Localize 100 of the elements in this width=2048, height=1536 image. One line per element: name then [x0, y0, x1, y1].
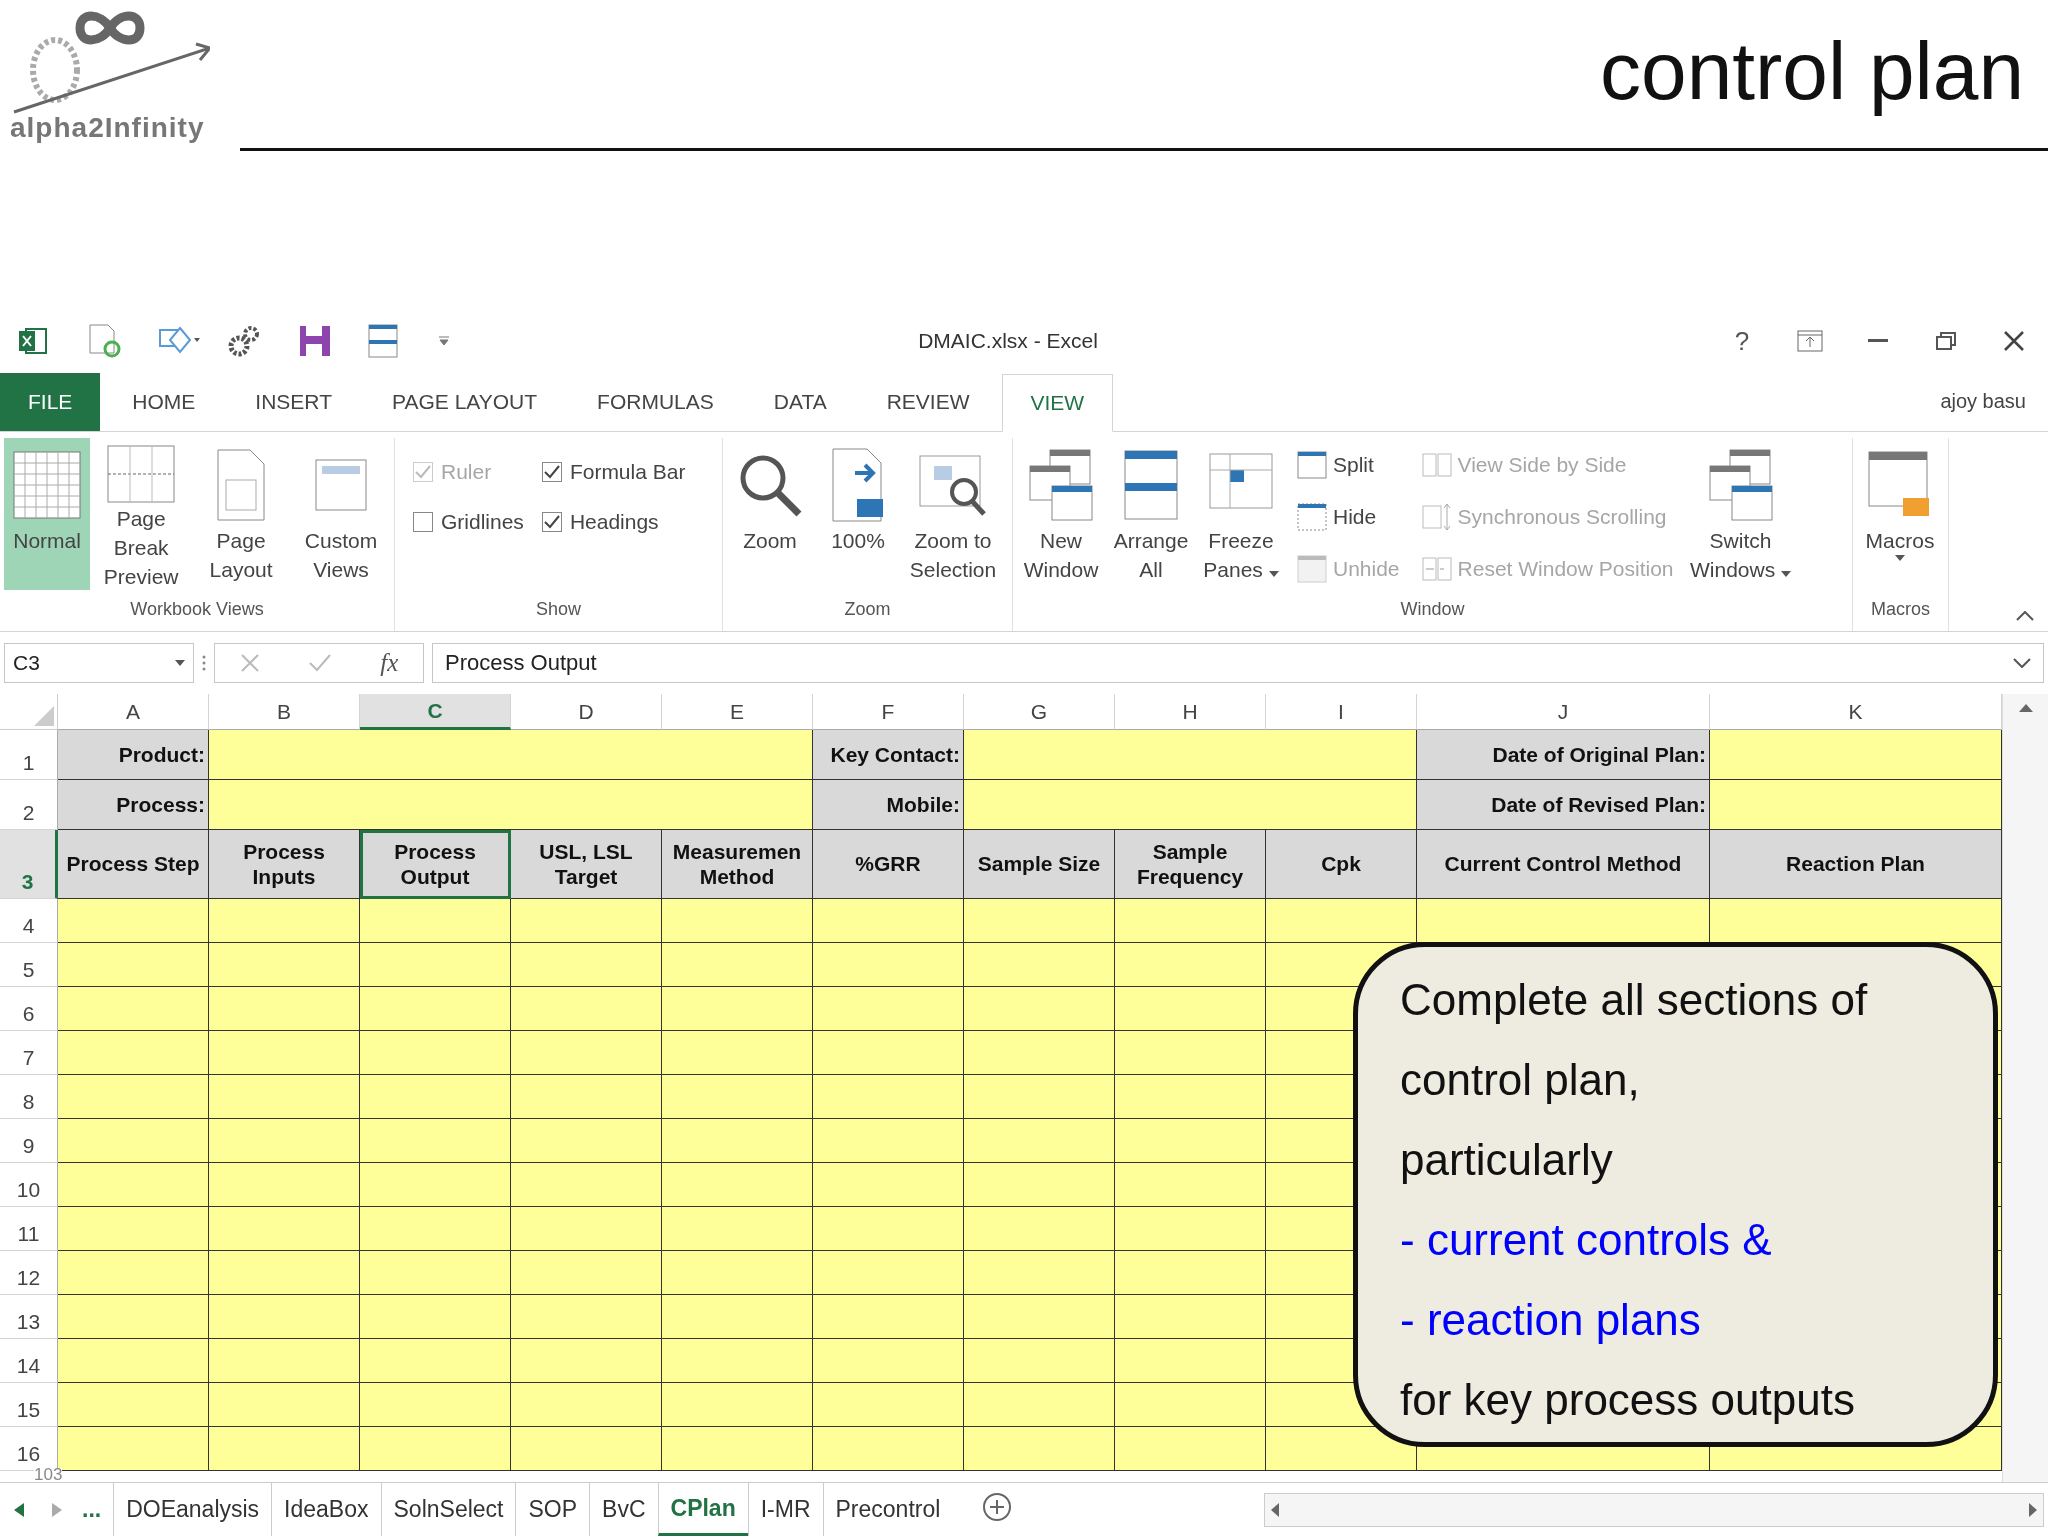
- table-cell: Process Output: [360, 830, 511, 899]
- table-cell: Sample Size: [964, 830, 1115, 899]
- row-header[interactable]: 14: [0, 1339, 58, 1383]
- scroll-up-icon[interactable]: [2018, 704, 2033, 712]
- checkbox[interactable]: Headings: [541, 510, 686, 534]
- ribbon-display-icon[interactable]: [1797, 330, 1823, 352]
- windows-icon: [1028, 448, 1094, 522]
- column-header[interactable]: D: [511, 694, 662, 730]
- zoom-selection-icon: [918, 452, 988, 518]
- group-label: Zoom: [844, 599, 891, 621]
- collapse-icon[interactable]: [2016, 611, 2034, 621]
- row-header[interactable]: 7: [0, 1031, 58, 1075]
- column-header[interactable]: E: [662, 694, 813, 730]
- row-header[interactable]: 12: [0, 1251, 58, 1295]
- formula-field[interactable]: Process Output: [432, 643, 2044, 683]
- insert-function-button[interactable]: fx: [380, 649, 399, 677]
- refresh-document-icon: [88, 323, 122, 359]
- table-cell: Process Step: [58, 830, 209, 899]
- row-header[interactable]: 2: [0, 780, 58, 830]
- reset-window-icon: [1421, 557, 1452, 581]
- column-header[interactable]: F: [813, 694, 964, 730]
- macros-button[interactable]: Macros: [1857, 438, 1943, 590]
- ribbon-tab[interactable]: VIEW: [1001, 374, 1114, 432]
- ribbon-tab[interactable]: FILE: [0, 373, 101, 431]
- window-button[interactable]: New Window: [1017, 438, 1105, 590]
- column-header[interactable]: J: [1417, 694, 1710, 730]
- checkbox[interactable]: Formula Bar: [541, 460, 686, 484]
- view-button[interactable]: Custom Views: [292, 438, 390, 590]
- more-icon: [202, 655, 206, 671]
- add-sheet-icon[interactable]: [982, 1491, 1013, 1522]
- row-header[interactable]: 15: [0, 1383, 58, 1427]
- sync-scroll-icon: [1421, 502, 1452, 532]
- table-cell: Key Contact:: [813, 730, 964, 780]
- scroll-right-icon[interactable]: [2029, 1502, 2037, 1517]
- more-sheets-button[interactable]: ...: [82, 1496, 102, 1523]
- help-button[interactable]: ?: [1708, 324, 1776, 358]
- page-icon: [216, 448, 267, 522]
- caret-icon: [1895, 555, 1905, 561]
- caret-icon: [1781, 571, 1791, 577]
- close-icon[interactable]: [2004, 331, 2024, 351]
- table-cell: Current Control Method: [1417, 830, 1710, 899]
- row-header[interactable]: 6: [0, 987, 58, 1031]
- row-header[interactable]: 4: [0, 899, 58, 943]
- window-title: DMAIC.xlsx - Excel: [917, 329, 1099, 353]
- row-header[interactable]: 1: [0, 730, 58, 780]
- table-cell: Process Inputs: [209, 830, 360, 899]
- table-cell: Date of Original Plan:: [1417, 730, 1710, 780]
- minimize-icon[interactable]: [1868, 339, 1888, 343]
- group-label: Show: [536, 599, 581, 621]
- table-cell: Date of Revised Plan:: [1417, 780, 1710, 830]
- window-button[interactable]: Freeze Panes: [1197, 438, 1285, 590]
- group-label: Macros: [1871, 599, 1930, 621]
- zoom-button[interactable]: 100%: [815, 438, 901, 590]
- table-cell: %GRR: [813, 830, 964, 899]
- column-header[interactable]: K: [1710, 694, 2002, 730]
- table-cell: Sample Frequency: [1115, 830, 1266, 899]
- column-header[interactable]: B: [209, 694, 360, 730]
- view-button[interactable]: Normal: [4, 438, 91, 590]
- column-header[interactable]: A: [58, 694, 209, 730]
- view-button[interactable]: Page Break Preview: [92, 438, 191, 590]
- column-header[interactable]: I: [1266, 694, 1417, 730]
- stacked-windows-icon: [1123, 449, 1179, 521]
- row-header[interactable]: 11: [0, 1207, 58, 1251]
- group-label: Window: [1400, 599, 1465, 621]
- scroll-left-icon[interactable]: [1271, 1502, 1279, 1517]
- window-button[interactable]: Arrange All: [1107, 438, 1195, 590]
- caret-icon: [175, 660, 185, 666]
- row-header[interactable]: 5: [0, 943, 58, 987]
- switch-windows-button[interactable]: Switch Windows: [1685, 438, 1796, 590]
- table-cell: Mobile:: [813, 780, 964, 830]
- check-icon: [543, 465, 560, 479]
- window-option-button[interactable]: Hide: [1297, 498, 1400, 536]
- column-header[interactable]: C: [360, 694, 511, 730]
- column-header[interactable]: G: [964, 694, 1115, 730]
- zoom-button[interactable]: Zoom: [727, 438, 813, 590]
- table-cell: Cpk: [1266, 830, 1417, 899]
- table-cell: Reaction Plan: [1710, 830, 2002, 899]
- check-icon: [415, 465, 431, 479]
- zoom-button[interactable]: Zoom to Selection: [903, 438, 1003, 590]
- window-option-button[interactable]: Split: [1297, 446, 1400, 484]
- table-cell: Measuremen Method: [662, 830, 813, 899]
- row-header[interactable]: 3: [0, 830, 58, 899]
- row-header[interactable]: 10: [0, 1163, 58, 1207]
- row-header[interactable]: 13: [0, 1295, 58, 1339]
- row-header[interactable]: 8: [0, 1075, 58, 1119]
- corner-triangle-icon: [34, 706, 54, 726]
- column-header[interactable]: H: [1115, 694, 1266, 730]
- row-header[interactable]: 9: [0, 1119, 58, 1163]
- view-button[interactable]: Page Layout: [192, 438, 291, 590]
- gears-icon: [228, 325, 260, 357]
- name-box[interactable]: C3: [4, 643, 194, 683]
- previous-sheet-icon[interactable]: [14, 1502, 24, 1517]
- windows-icon: [1707, 448, 1774, 522]
- expand-icon: [2013, 658, 2031, 668]
- checkbox[interactable]: Gridlines: [413, 510, 524, 534]
- restore-icon[interactable]: [1936, 332, 1956, 350]
- hide-icon: [1297, 503, 1327, 531]
- user-name[interactable]: ajoy basu: [1940, 390, 2026, 413]
- sheet-tab[interactable]: CPlan: [657, 1483, 748, 1536]
- check-icon: [543, 515, 560, 529]
